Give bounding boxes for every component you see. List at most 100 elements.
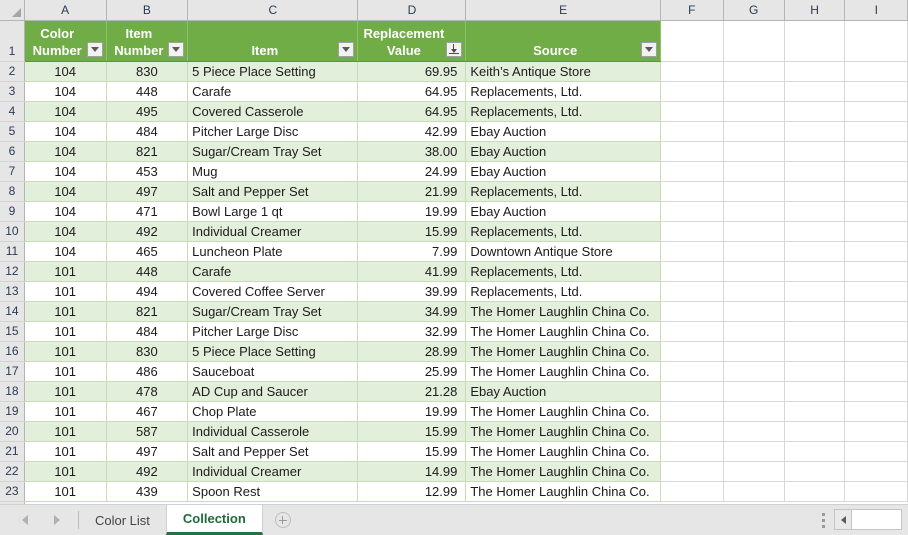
empty-cell-g23[interactable]	[723, 481, 785, 502]
empty-cell-f19[interactable]	[660, 401, 724, 422]
cell-source[interactable]: The Homer Laughlin China Co.	[465, 481, 661, 502]
empty-cell-g3[interactable]	[723, 81, 785, 102]
cell-color-number[interactable]: 104	[24, 121, 107, 142]
row-header-1[interactable]: 1	[0, 20, 25, 62]
cell-item-number[interactable]: 492	[106, 221, 189, 242]
empty-cell-g12[interactable]	[723, 261, 785, 282]
header-cell-replacement-value[interactable]: Replacement Value	[357, 20, 467, 62]
column-header-f[interactable]: F	[660, 0, 724, 21]
column-header-i[interactable]: I	[844, 0, 908, 21]
cell-color-number[interactable]: 104	[24, 61, 107, 82]
cell-replacement-value[interactable]: 41.99	[357, 261, 467, 282]
table-row[interactable]: 8 104 497 Salt and Pepper Set 21.99 Replaceme…	[0, 181, 908, 202]
table-row[interactable]: 5 104 484 Pitcher Large Disc 42.99 Ebay Aucti…	[0, 121, 908, 142]
empty-cell-g17[interactable]	[723, 361, 785, 382]
row-header-7[interactable]: 7	[0, 161, 25, 182]
cell-item[interactable]: Spoon Rest	[187, 481, 359, 502]
cell-item[interactable]: Sugar/Cream Tray Set	[187, 141, 359, 162]
cell-item-number[interactable]: 439	[106, 481, 189, 502]
table-row[interactable]: 11 104 465 Luncheon Plate 7.99 Downtown Antiq…	[0, 241, 908, 262]
cell-color-number[interactable]: 101	[24, 461, 107, 482]
column-header-e[interactable]: E	[465, 0, 661, 21]
table-row[interactable]: 17 101 486 Sauceboat 25.99 The Homer Laughlin…	[0, 361, 908, 382]
table-row[interactable]: 19 101 467 Chop Plate 19.99 The Homer Laughli…	[0, 401, 908, 422]
cell-color-number[interactable]: 104	[24, 181, 107, 202]
table-row[interactable]: 15 101 484 Pitcher Large Disc 32.99 The Homer…	[0, 321, 908, 342]
empty-cell-f8[interactable]	[660, 181, 724, 202]
empty-cell-g21[interactable]	[723, 441, 785, 462]
row-header-9[interactable]: 9	[0, 201, 25, 222]
table-row[interactable]: 3 104 448 Carafe 64.95 Replacements, Ltd.	[0, 81, 908, 102]
empty-cell-i2[interactable]	[844, 61, 908, 82]
horizontal-scroll-track[interactable]	[852, 510, 901, 529]
empty-cell-i6[interactable]	[844, 141, 908, 162]
empty-cell-h14[interactable]	[784, 301, 846, 322]
cell-item-number[interactable]: 484	[106, 321, 189, 342]
empty-cell-i12[interactable]	[844, 261, 908, 282]
row-header-8[interactable]: 8	[0, 181, 25, 202]
row-header-22[interactable]: 22	[0, 461, 25, 482]
empty-cell-f15[interactable]	[660, 321, 724, 342]
cell-item-number[interactable]: 821	[106, 301, 189, 322]
empty-cell-h4[interactable]	[784, 101, 846, 122]
cell-color-number[interactable]: 101	[24, 301, 107, 322]
empty-cell-i13[interactable]	[844, 281, 908, 302]
cell-color-number[interactable]: 104	[24, 201, 107, 222]
cell-source[interactable]: Ebay Auction	[465, 381, 661, 402]
select-all-corner-icon[interactable]	[0, 0, 25, 21]
table-row[interactable]: 21 101 497 Salt and Pepper Set 15.99 The Home…	[0, 441, 908, 462]
table-row[interactable]: 10 104 492 Individual Creamer 15.99 Replaceme…	[0, 221, 908, 242]
empty-cell-f3[interactable]	[660, 81, 724, 102]
cell-source[interactable]: Ebay Auction	[465, 121, 661, 142]
cell-color-number[interactable]: 101	[24, 421, 107, 442]
row-header-3[interactable]: 3	[0, 81, 25, 102]
empty-cell-g7[interactable]	[723, 161, 785, 182]
cell-replacement-value[interactable]: 19.99	[357, 401, 467, 422]
table-row[interactable]: 22 101 492 Individual Creamer 14.99 The Homer…	[0, 461, 908, 482]
empty-cell-h20[interactable]	[784, 421, 846, 442]
cell-replacement-value[interactable]: 64.95	[357, 81, 467, 102]
cell-item[interactable]: Pitcher Large Disc	[187, 121, 359, 142]
empty-cell-h9[interactable]	[784, 201, 846, 222]
filter-dropdown-icon-item-number[interactable]	[168, 41, 185, 57]
empty-cell-f22[interactable]	[660, 461, 724, 482]
cell-source[interactable]: Replacements, Ltd.	[465, 101, 661, 122]
cell-source[interactable]: Ebay Auction	[465, 201, 661, 222]
cell-source[interactable]: Replacements, Ltd.	[465, 281, 661, 302]
cell-item[interactable]: Chop Plate	[187, 401, 359, 422]
column-header-a[interactable]: A	[24, 0, 107, 21]
empty-cell-g16[interactable]	[723, 341, 785, 362]
cell-item-number[interactable]: 497	[106, 181, 189, 202]
cell-item[interactable]: Covered Casserole	[187, 101, 359, 122]
empty-cell-i23[interactable]	[844, 481, 908, 502]
cell-replacement-value[interactable]: 21.99	[357, 181, 467, 202]
empty-cell-g5[interactable]	[723, 121, 785, 142]
table-row[interactable]: 12 101 448 Carafe 41.99 Replacements, Ltd.	[0, 261, 908, 282]
cell-item[interactable]: Salt and Pepper Set	[187, 181, 359, 202]
filter-dropdown-icon-source[interactable]	[640, 41, 657, 57]
table-row[interactable]: 14 101 821 Sugar/Cream Tray Set 34.99 The Hom…	[0, 301, 908, 322]
empty-cell-i1[interactable]	[844, 20, 908, 62]
empty-cell-h11[interactable]	[784, 241, 846, 262]
cell-item[interactable]: Carafe	[187, 261, 359, 282]
cell-replacement-value[interactable]: 69.95	[357, 61, 467, 82]
empty-cell-f2[interactable]	[660, 61, 724, 82]
cell-item-number[interactable]: 478	[106, 381, 189, 402]
empty-cell-f18[interactable]	[660, 381, 724, 402]
cell-replacement-value[interactable]: 12.99	[357, 481, 467, 502]
cell-replacement-value[interactable]: 14.99	[357, 461, 467, 482]
filter-dropdown-icon-item[interactable]	[338, 41, 355, 57]
empty-cell-g1[interactable]	[723, 20, 785, 62]
empty-cell-i4[interactable]	[844, 101, 908, 122]
cell-replacement-value[interactable]: 15.99	[357, 421, 467, 442]
empty-cell-h17[interactable]	[784, 361, 846, 382]
sheet-tab-collection[interactable]: Collection	[165, 505, 263, 535]
empty-cell-i11[interactable]	[844, 241, 908, 262]
add-sheet-button[interactable]	[263, 505, 303, 535]
empty-cell-i5[interactable]	[844, 121, 908, 142]
empty-cell-g13[interactable]	[723, 281, 785, 302]
empty-cell-i14[interactable]	[844, 301, 908, 322]
cell-item[interactable]: Sauceboat	[187, 361, 359, 382]
column-header-d[interactable]: D	[357, 0, 467, 21]
row-header-12[interactable]: 12	[0, 261, 25, 282]
